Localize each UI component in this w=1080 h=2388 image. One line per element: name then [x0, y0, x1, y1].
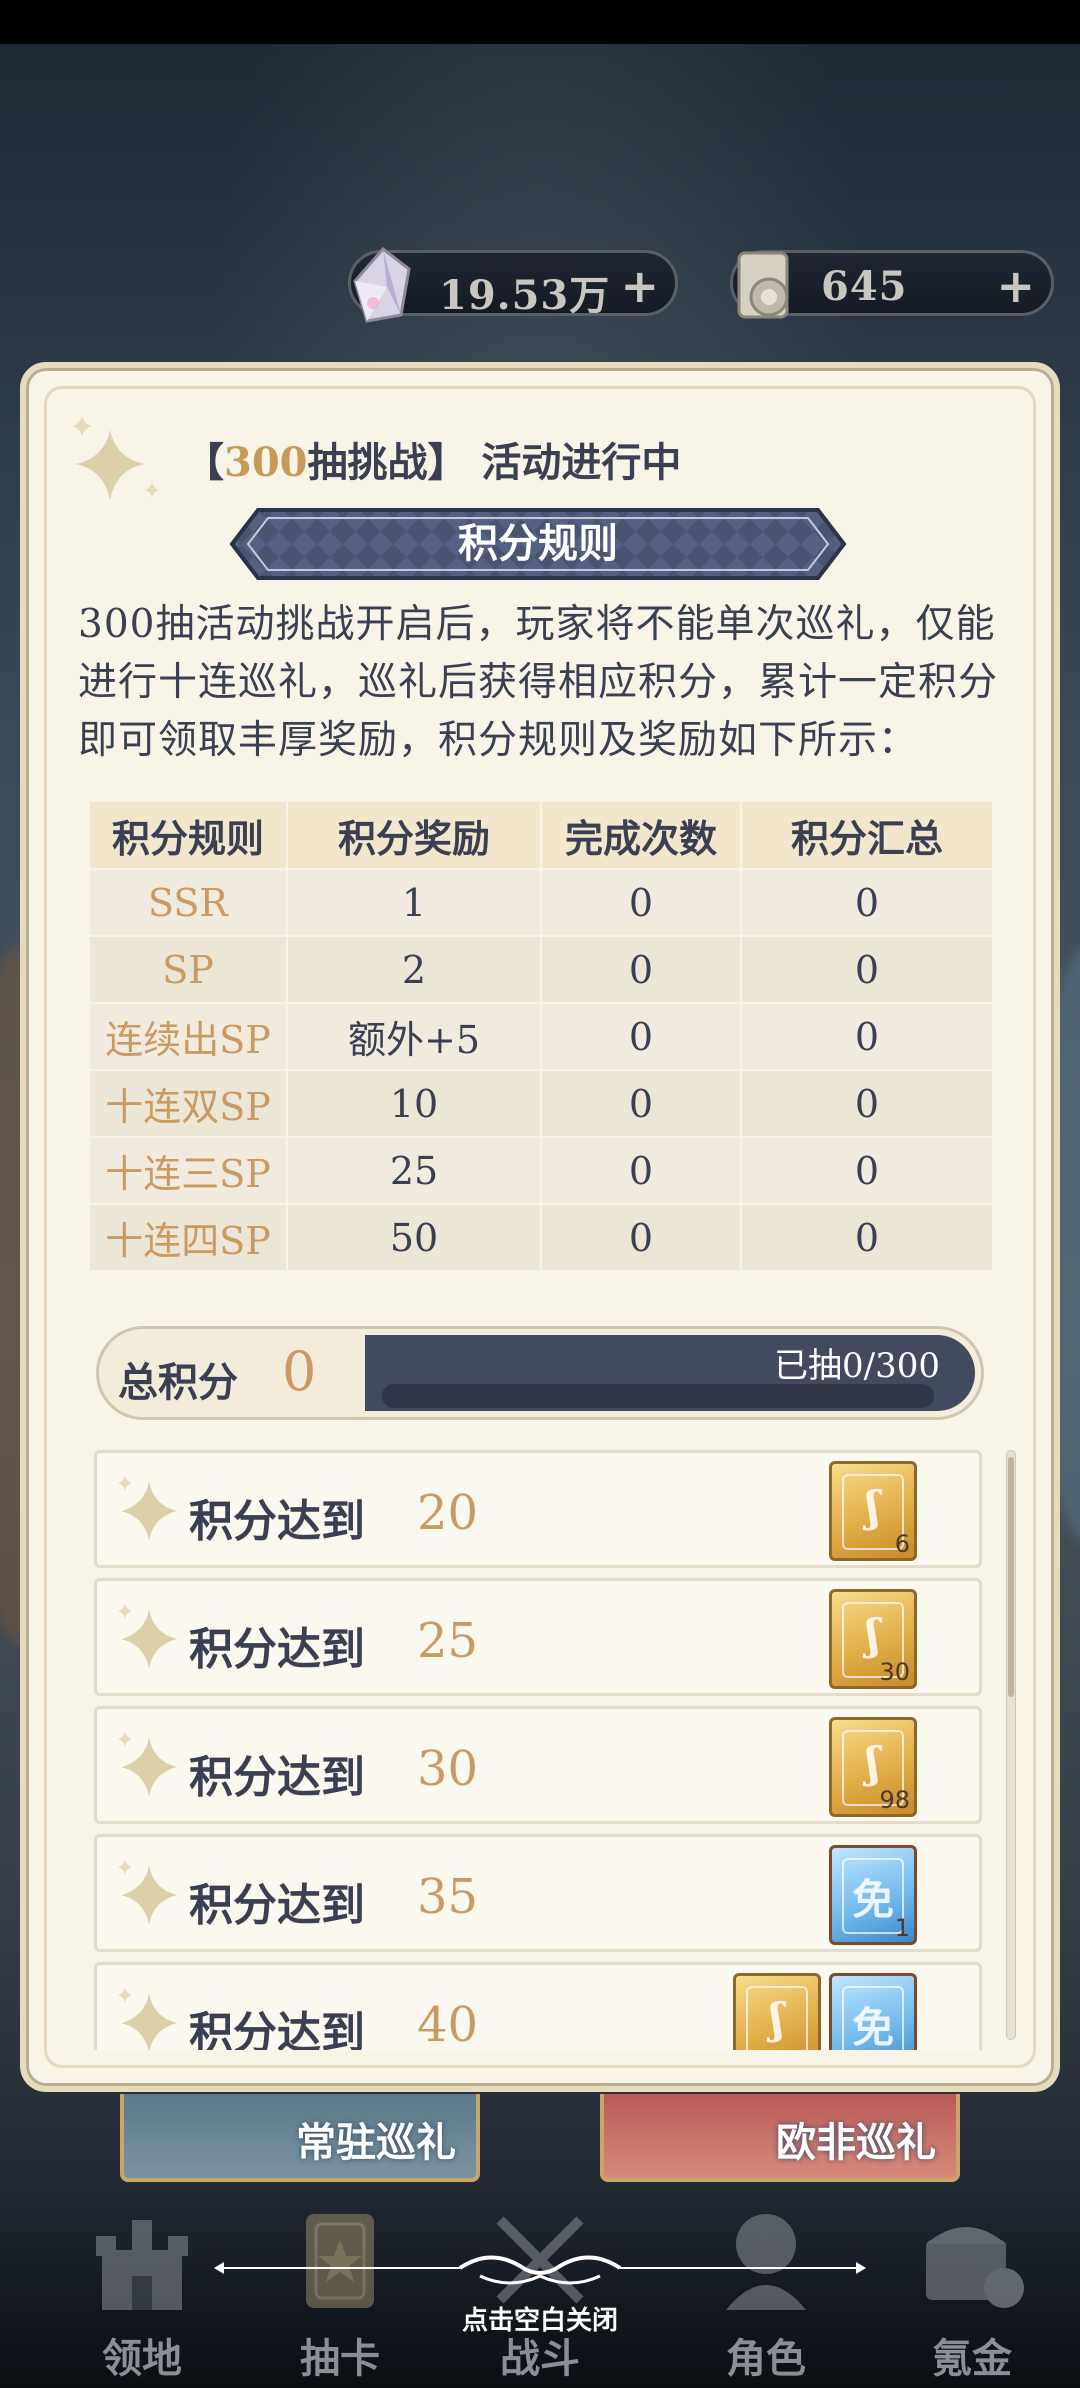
sparkle-icon — [118, 1475, 177, 1541]
reward-count: 6 — [894, 1530, 910, 1558]
list-item[interactable]: 积分达到 40 ʃ 免 — [94, 1962, 982, 2050]
status-bar — [0, 0, 1080, 44]
rule-name: SSR — [88, 868, 288, 937]
rule-total: 0 — [740, 1136, 994, 1205]
rule-total: 0 — [740, 1069, 994, 1138]
activity-title: 【300抽挑战】 活动进行中 — [184, 430, 681, 488]
rule-count: 0 — [540, 1069, 742, 1138]
gold-card-icon[interactable]: ʃ 98 — [829, 1717, 917, 1817]
table-row: 十连双SP 10 0 0 — [88, 1069, 994, 1138]
reward-label: 积分达到 — [189, 2008, 365, 2050]
reward-count: 30 — [879, 1658, 910, 1686]
rule-name: 连续出SP — [88, 1002, 288, 1071]
rule-reward: 25 — [286, 1136, 542, 1205]
list-item[interactable]: 积分达到 25 ʃ 30 — [94, 1578, 982, 1696]
rule-count: 0 — [540, 1203, 742, 1272]
table-row: 十连三SP 25 0 0 — [88, 1136, 994, 1205]
total-score-label: 总积分 — [118, 1359, 238, 1406]
luck-pool-banner[interactable]: 欧非巡礼 — [600, 2094, 960, 2182]
gold-card-icon[interactable]: ʃ 6 — [829, 1461, 917, 1561]
reward-label: 积分达到 — [189, 1496, 365, 1547]
rule-count: 0 — [540, 1002, 742, 1071]
table-row: SSR 1 0 0 — [88, 868, 994, 937]
sparkle-icon — [118, 1731, 177, 1797]
table-row: SP 2 0 0 — [88, 935, 994, 1004]
reward-list[interactable]: 积分达到 20 ʃ 6 积分达到 25 ʃ 30 积分达到 30 ʃ 98 积分… — [94, 1450, 982, 2050]
table-header-row: 积分规则 积分奖励 完成次数 积分汇总 — [88, 800, 994, 870]
title-highlight: 300 — [224, 439, 308, 486]
reward-points: 20 — [417, 1485, 479, 1541]
nav-shop[interactable]: 氪金 — [892, 2200, 1052, 2382]
rules-description: 300抽活动挑战开启后，玩家将不能单次巡礼，仅能进行十连巡礼，巡礼后获得相应积分… — [78, 602, 999, 763]
rules-banner-title: 积分规则 — [458, 520, 618, 567]
header-rule: 积分规则 — [88, 800, 288, 870]
currency-chip-scroll: 645 + — [730, 250, 1054, 319]
rule-name: SP — [88, 935, 288, 1004]
list-item[interactable]: 积分达到 30 ʃ 98 — [94, 1706, 982, 1824]
table-row: 连续出SP 额外+5 0 0 — [88, 1002, 994, 1071]
rule-name: 十连双SP — [88, 1069, 288, 1138]
reward-points: 40 — [417, 1997, 479, 2050]
draw-count-label: 已抽0/300 — [774, 1346, 940, 1386]
title-bracket: 【 — [184, 439, 224, 486]
nav-territory[interactable]: 领地 — [62, 2200, 222, 2382]
draw-progress-bar — [382, 1384, 934, 1408]
standard-pool-label: 常驻巡礼 — [296, 2119, 456, 2166]
reward-points: 35 — [417, 1869, 479, 1925]
rule-count: 0 — [540, 935, 742, 1004]
currency-chip-crystal: 19.53万 + — [348, 246, 678, 323]
rule-total: 0 — [740, 935, 994, 1004]
close-hint[interactable]: 点击空白关闭 — [0, 2300, 1080, 2337]
table-row: 十连四SP 50 0 0 — [88, 1203, 994, 1272]
sparkle-icon — [72, 416, 159, 500]
total-score-value: 0 — [282, 1340, 317, 1403]
sparkle-icon — [118, 1987, 177, 2050]
reward-list-scrollbar[interactable] — [1006, 1450, 1016, 2040]
header-count: 完成次数 — [540, 800, 742, 870]
reward-label: 积分达到 — [189, 1752, 365, 1803]
standard-pool-banner[interactable]: 常驻巡礼 — [120, 2094, 480, 2182]
rule-name: 十连四SP — [88, 1203, 288, 1272]
scrollbar-thumb[interactable] — [1008, 1457, 1014, 1697]
reward-count: 98 — [879, 1786, 910, 1814]
rule-name: 十连三SP — [88, 1136, 288, 1205]
rule-reward: 50 — [286, 1203, 542, 1272]
rule-count: 0 — [540, 1136, 742, 1205]
crystal-icon — [353, 246, 411, 323]
title-rest: 抽挑战】 活动进行中 — [307, 439, 682, 486]
add-scroll-button[interactable]: + — [996, 259, 1035, 313]
list-item[interactable]: 积分达到 20 ʃ 6 — [94, 1450, 982, 1568]
rule-reward: 2 — [286, 935, 542, 1004]
list-item[interactable]: 积分达到 35 免 1 — [94, 1834, 982, 1952]
sparkle-icon — [118, 1859, 177, 1925]
rule-count: 0 — [540, 868, 742, 937]
gold-card-icon[interactable]: ʃ — [733, 1973, 821, 2050]
gold-card-icon[interactable]: ʃ 30 — [829, 1589, 917, 1689]
free-ticket-icon[interactable]: 免 — [829, 1973, 917, 2050]
add-crystal-button[interactable]: + — [620, 259, 659, 313]
free-ticket-glyph: 免 — [851, 2003, 894, 2050]
close-hint-ornament — [214, 2255, 866, 2285]
rule-reward: 10 — [286, 1069, 542, 1138]
luck-pool-label: 欧非巡礼 — [776, 2119, 936, 2166]
scroll-amount: 645 — [821, 263, 908, 310]
rule-reward: 额外+5 — [286, 1002, 542, 1071]
rules-banner: 积分规则 — [228, 506, 848, 582]
reward-points: 25 — [417, 1613, 479, 1669]
rule-total: 0 — [740, 1002, 994, 1071]
header-total: 积分汇总 — [740, 800, 994, 870]
reward-label: 积分达到 — [189, 1880, 365, 1931]
crystal-amount: 19.53万 — [439, 272, 611, 319]
rule-total: 0 — [740, 868, 994, 937]
reward-count: 1 — [894, 1914, 910, 1942]
reward-label: 积分达到 — [189, 1624, 365, 1675]
scroll-icon — [737, 251, 789, 319]
free-ticket-icon[interactable]: 免 1 — [829, 1845, 917, 1945]
rule-reward: 1 — [286, 868, 542, 937]
reward-points: 30 — [417, 1741, 479, 1797]
rule-total: 0 — [740, 1203, 994, 1272]
rules-table: 积分规则 积分奖励 完成次数 积分汇总 SSR 1 0 0 SP 2 0 0 连… — [88, 800, 994, 1272]
sparkle-icon — [118, 1603, 177, 1669]
header-reward: 积分奖励 — [286, 800, 542, 870]
